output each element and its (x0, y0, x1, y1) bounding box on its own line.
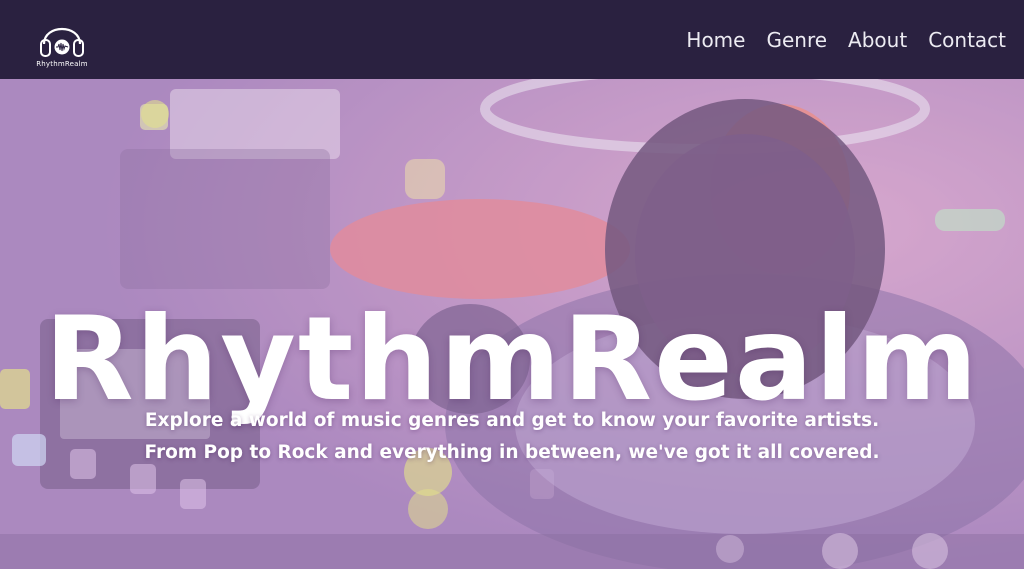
brand-logo[interactable]: RhythmRealm (36, 10, 88, 70)
nav-contact-link[interactable]: Contact (928, 28, 1006, 52)
nav-home-link[interactable]: Home (686, 28, 745, 52)
headphones-icon (40, 27, 84, 57)
nav-about-link[interactable]: About (848, 28, 907, 52)
main-nav: Home Genre About Contact (686, 28, 1006, 52)
hero-subtitle: Explore a world of music genres and get … (0, 405, 1024, 469)
brand-name: RhythmRealm (36, 59, 88, 68)
hero-subtitle-line-1: Explore a world of music genres and get … (144, 410, 880, 431)
hero-subtitle-line-2: From Pop to Rock and everything in betwe… (144, 442, 880, 463)
hero-title: RhythmRealm (44, 291, 980, 427)
nav-genre-link[interactable]: Genre (766, 28, 827, 52)
hero-section: RhythmRealm Explore a world of music gen… (0, 79, 1024, 569)
site-header: RhythmRealm Home Genre About Contact (0, 0, 1024, 79)
